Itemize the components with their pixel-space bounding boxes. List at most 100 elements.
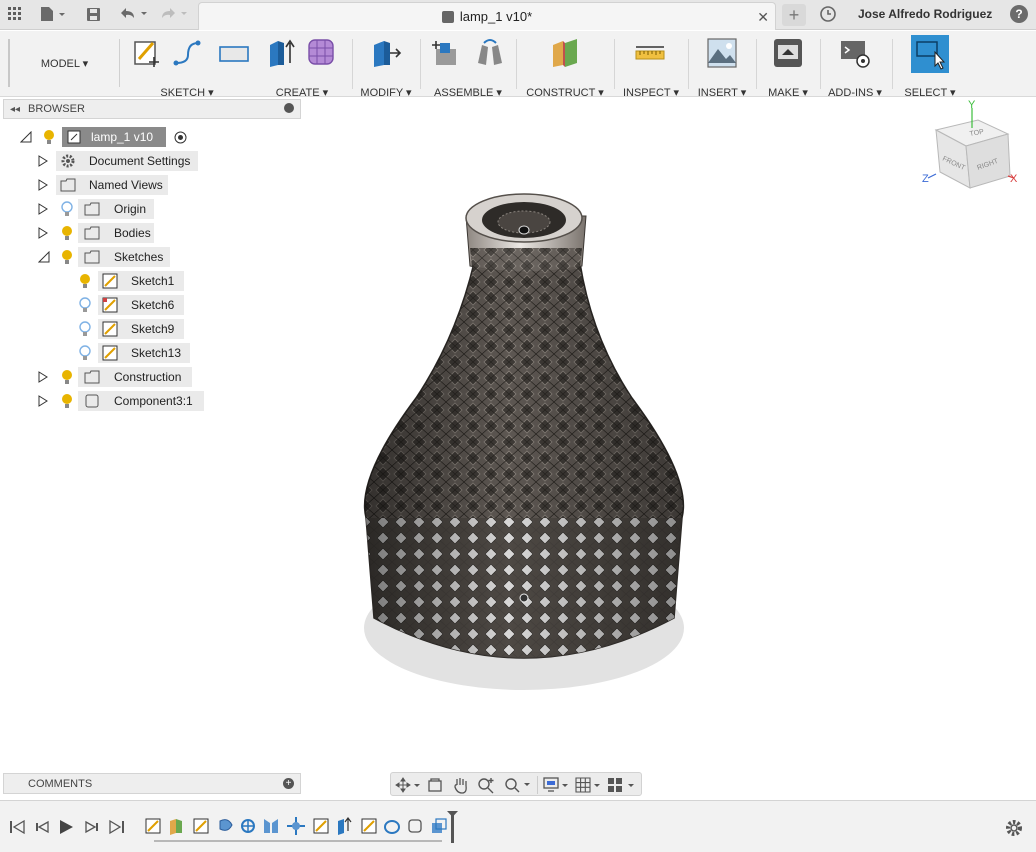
lightbulb-off-icon[interactable]	[61, 201, 73, 217]
activate-radio-icon[interactable]	[174, 131, 187, 144]
tree-item-sketch13[interactable]: Sketch13	[98, 343, 190, 363]
scripts-addins-icon[interactable]	[839, 37, 871, 69]
canvas-viewport[interactable]: TOP FRONT RIGHT Y Z X	[302, 98, 1036, 772]
press-pull-icon[interactable]	[370, 37, 402, 69]
minimize-panel-icon[interactable]	[284, 103, 294, 113]
timeline-extrude-icon[interactable]	[338, 817, 352, 835]
measure-icon[interactable]	[634, 37, 666, 69]
lamp-shade-model[interactable]	[363, 193, 685, 659]
expand-arrow-icon[interactable]	[38, 395, 48, 407]
timeline-combine-icon[interactable]	[432, 818, 447, 833]
add-comment-icon[interactable]: +	[283, 778, 294, 789]
grid-icon[interactable]	[6, 4, 24, 24]
timeline-sketch-icon[interactable]	[145, 818, 161, 834]
tree-item-sketches[interactable]: Sketches	[78, 247, 170, 267]
tree-item-bodies[interactable]: Bodies	[78, 223, 154, 243]
undo-icon[interactable]	[116, 4, 150, 24]
fit-zoom-icon[interactable]	[503, 776, 533, 794]
skip-to-end-icon[interactable]	[109, 819, 124, 835]
new-tab-plus-icon[interactable]: +	[782, 4, 806, 26]
expand-arrow-icon[interactable]	[38, 203, 48, 215]
tree-root-item[interactable]: lamp_1 v10	[62, 127, 166, 147]
joint-icon[interactable]	[474, 37, 506, 69]
skip-to-start-icon[interactable]	[10, 819, 25, 835]
timeline-revolve-icon[interactable]	[219, 819, 233, 831]
assemble-group[interactable]: ASSEMBLE ▾	[426, 35, 510, 99]
orbit-icon[interactable]	[395, 777, 421, 793]
lightbulb-off-icon[interactable]	[79, 345, 91, 361]
tree-item-sketch1[interactable]: Sketch1	[98, 271, 184, 291]
expand-arrow-icon[interactable]	[38, 227, 48, 239]
tree-item-sketch6[interactable]: Sketch6	[98, 295, 184, 315]
view-cube[interactable]: TOP FRONT RIGHT Y Z X	[922, 99, 1018, 189]
play-icon[interactable]	[60, 820, 73, 834]
save-icon[interactable]	[84, 4, 102, 24]
step-back-icon[interactable]	[36, 820, 49, 834]
user-name[interactable]: Jose Alfredo Rodriguez	[858, 7, 992, 21]
form-create-icon[interactable]	[306, 37, 338, 69]
addins-group[interactable]: ADD-INS ▾	[824, 35, 886, 99]
tree-item-origin[interactable]: Origin	[78, 199, 154, 219]
make-group[interactable]: MAKE ▾	[762, 35, 814, 99]
lightbulb-on-icon[interactable]	[61, 369, 73, 385]
select-group[interactable]: SELECT ▾	[898, 35, 962, 99]
timeline-marker[interactable]	[447, 811, 458, 843]
zoom-icon[interactable]	[477, 776, 495, 794]
file-icon[interactable]	[38, 4, 68, 24]
expand-triangle-icon[interactable]	[20, 131, 32, 143]
3d-print-icon[interactable]	[772, 37, 804, 69]
timeline-sketch-icon[interactable]	[361, 818, 377, 834]
timeline-pattern-icon[interactable]	[241, 819, 255, 833]
tree-item-named-views[interactable]: Named Views	[56, 175, 168, 195]
lightbulb-off-icon[interactable]	[79, 321, 91, 337]
expand-arrow-icon[interactable]	[38, 155, 48, 167]
workspace-dropdown[interactable]: MODEL ▾	[8, 39, 120, 87]
timeline-mirror-icon[interactable]	[264, 819, 278, 833]
tree-item-sketch9[interactable]: Sketch9	[98, 319, 184, 339]
timeline-move-icon[interactable]	[287, 817, 305, 835]
select-tool-icon[interactable]	[911, 35, 949, 73]
lightbulb-on-icon[interactable]	[61, 225, 73, 241]
create-sketch-icon[interactable]	[132, 37, 164, 69]
pan-hand-icon[interactable]	[453, 776, 469, 794]
comments-panel-header[interactable]: COMMENTS +	[3, 773, 301, 794]
timeline-settings-gear-icon[interactable]	[1004, 818, 1024, 838]
timeline-sketch-icon[interactable]	[313, 818, 329, 834]
timeline-plane-icon[interactable]	[170, 819, 182, 835]
lightbulb-on-icon[interactable]	[61, 249, 73, 265]
line-tool-icon[interactable]	[172, 37, 204, 69]
grid-settings-icon[interactable]	[575, 777, 603, 793]
extrude-icon[interactable]	[266, 37, 298, 69]
expand-arrow-icon[interactable]	[38, 179, 48, 191]
lightbulb-off-icon[interactable]	[79, 297, 91, 313]
collapse-triangle-icon[interactable]	[38, 251, 50, 263]
look-at-icon[interactable]	[427, 777, 443, 793]
create-group[interactable]: CREATE ▾	[262, 35, 342, 99]
lightbulb-on-icon[interactable]	[79, 273, 91, 289]
timeline-sketch-icon[interactable]	[193, 818, 209, 834]
timeline-component-icon[interactable]	[408, 819, 422, 833]
new-component-icon[interactable]	[430, 37, 462, 69]
expand-arrow-icon[interactable]	[38, 371, 48, 383]
tree-item-document-settings[interactable]: Document Settings	[56, 151, 198, 171]
viewports-icon[interactable]	[607, 777, 637, 793]
document-tab[interactable]: lamp_1 v10* ✕	[198, 2, 776, 30]
display-settings-icon[interactable]	[543, 777, 571, 793]
insert-group[interactable]: INSERT ▾	[694, 35, 750, 99]
close-tab-icon[interactable]: ✕	[757, 9, 769, 26]
clock-icon[interactable]	[818, 4, 838, 24]
offset-plane-icon[interactable]	[549, 37, 581, 69]
help-icon[interactable]: ?	[1010, 5, 1028, 23]
construct-group[interactable]: CONSTRUCT ▾	[522, 35, 608, 99]
collapse-panel-icon[interactable]: ◂◂	[10, 104, 20, 115]
inspect-group[interactable]: INSPECT ▾	[620, 35, 682, 99]
browser-header[interactable]: ◂◂ BROWSER	[3, 99, 301, 119]
insert-image-icon[interactable]	[706, 37, 738, 69]
step-forward-icon[interactable]	[85, 820, 98, 834]
redo-icon[interactable]	[156, 4, 190, 24]
tree-item-component3[interactable]: Component3:1	[78, 391, 204, 411]
lightbulb-on-icon[interactable]	[61, 393, 73, 409]
tree-item-construction[interactable]: Construction	[78, 367, 192, 387]
sketch-group[interactable]: SKETCH ▾	[130, 35, 249, 99]
modify-group[interactable]: MODIFY ▾	[358, 35, 414, 99]
